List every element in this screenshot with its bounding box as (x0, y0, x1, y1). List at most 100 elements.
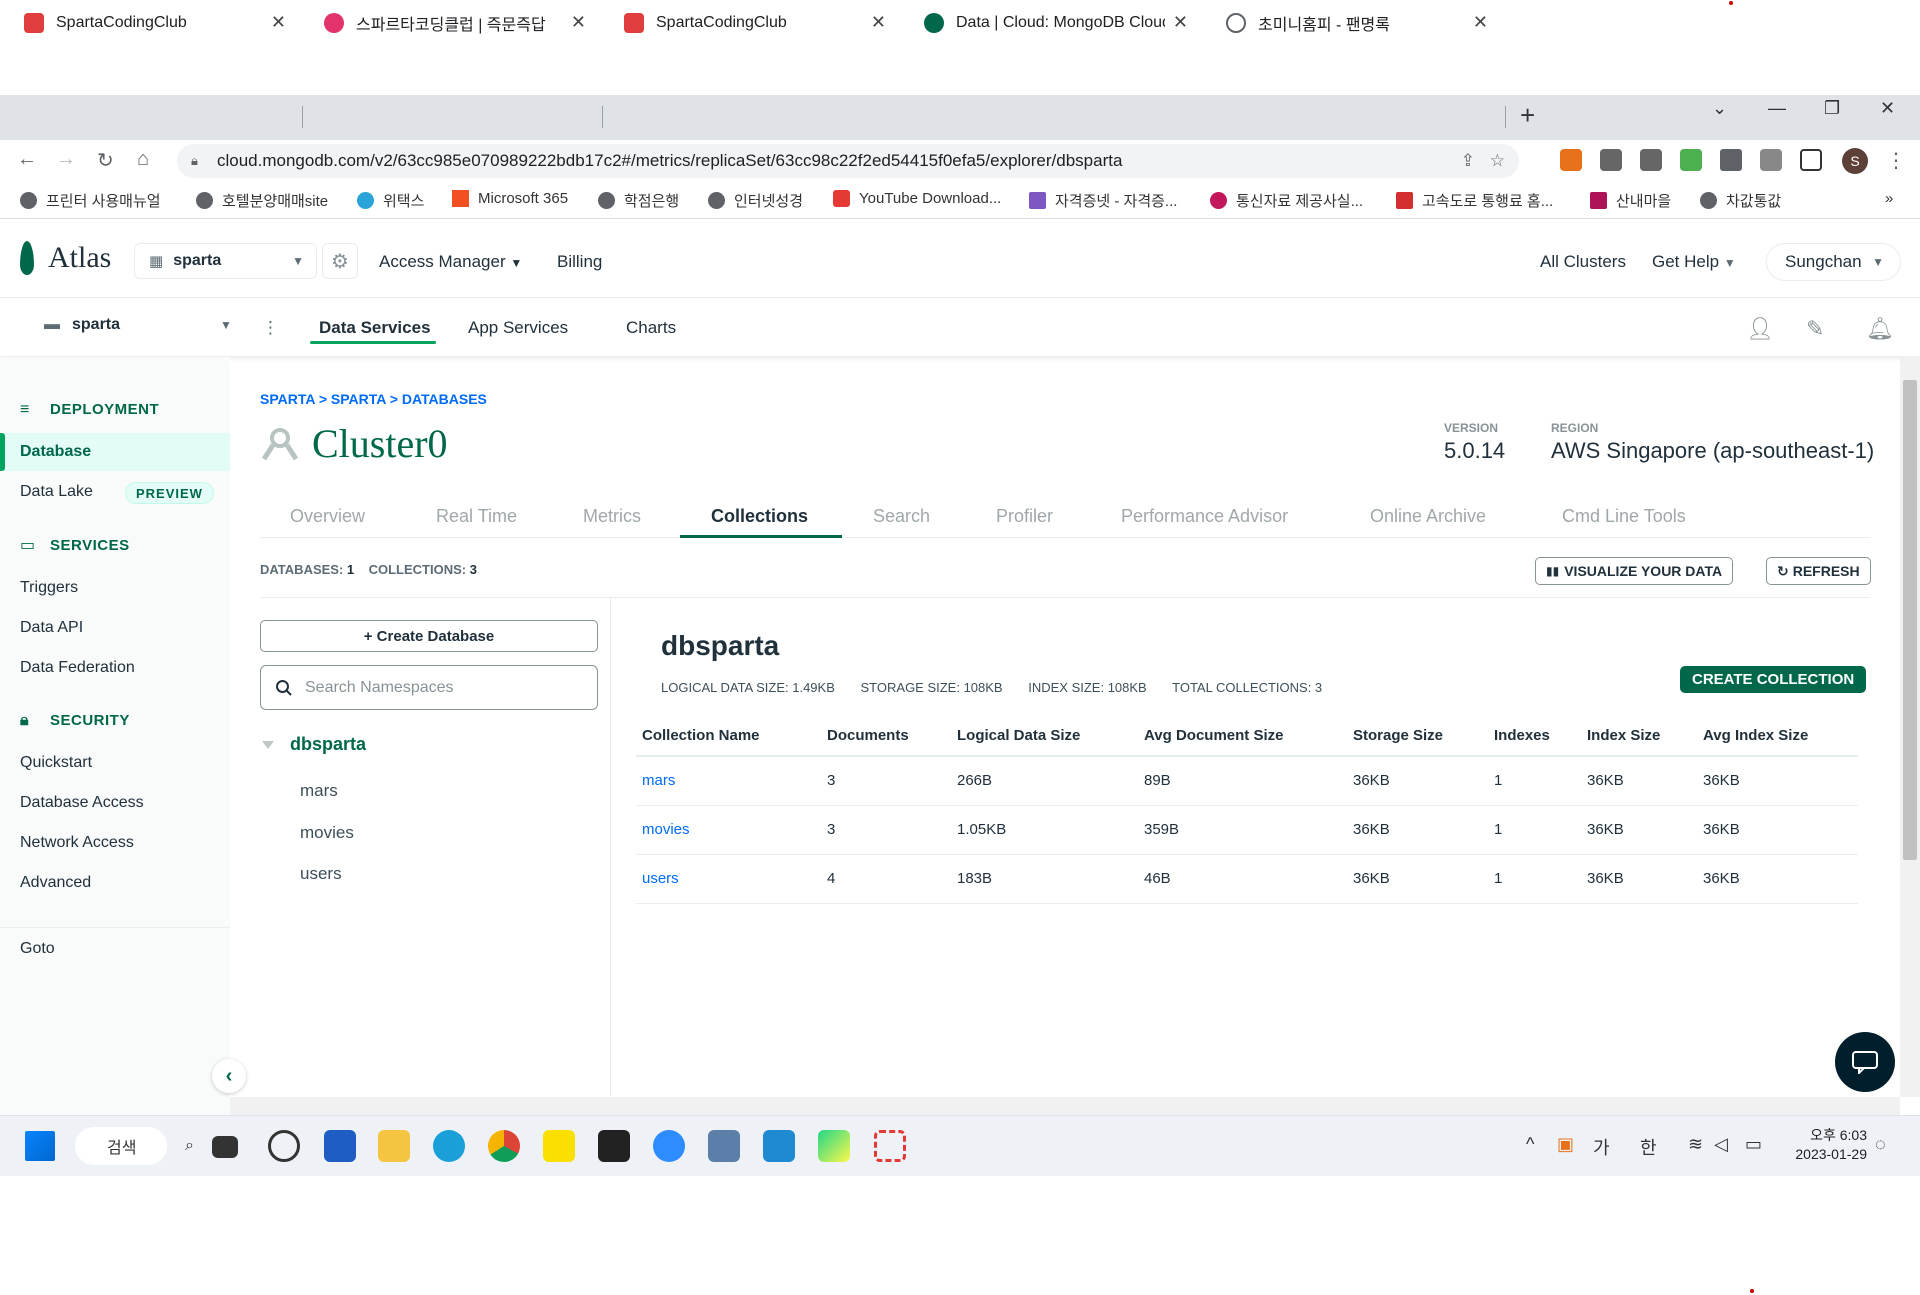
all-clusters-link[interactable]: All Clusters (1540, 252, 1626, 272)
windows-start-icon[interactable] (25, 1131, 55, 1161)
tab-search[interactable]: Search (873, 506, 930, 527)
sidebar-item-goto[interactable]: Goto (20, 940, 55, 958)
tab-collections[interactable]: Collections (711, 506, 808, 527)
close-tab-icon[interactable]: ✕ (1473, 12, 1488, 33)
column-header[interactable]: Indexes (1488, 716, 1581, 757)
nav-charts[interactable]: Charts (626, 318, 676, 338)
column-header[interactable]: Avg Index Size (1697, 716, 1858, 757)
tab-online-archive[interactable]: Online Archive (1370, 506, 1486, 527)
activity-feed-icon[interactable]: ✎ (1806, 316, 1824, 342)
sidebar-item-database-access[interactable]: Database Access (20, 794, 144, 812)
store-icon[interactable] (324, 1130, 356, 1162)
kakaotalk-icon[interactable] (543, 1130, 575, 1162)
create-collection-button[interactable]: CREATE COLLECTION (1680, 666, 1867, 693)
url-bar[interactable]: 🔒︎ cloud.mongodb.com/v2/63cc985e07098922… (177, 144, 1519, 178)
column-header[interactable]: Logical Data Size (951, 716, 1138, 757)
bookmark-item[interactable]: 차값통값 (1700, 190, 1781, 211)
reading-list-icon[interactable] (1760, 149, 1782, 171)
tab-search-icon[interactable]: ⌄ (1712, 98, 1727, 119)
atlas-logo[interactable]: Atlas (20, 241, 111, 275)
pycharm-icon[interactable] (818, 1130, 850, 1162)
tab-cmd-line-tools[interactable]: Cmd Line Tools (1562, 506, 1686, 527)
sidebar-item-advanced[interactable]: Advanced (20, 874, 91, 892)
edge-icon[interactable] (433, 1130, 465, 1162)
forward-icon[interactable]: → (56, 148, 76, 171)
volume-icon[interactable]: ◁ (1714, 1134, 1728, 1155)
vscode-icon[interactable] (763, 1130, 795, 1162)
tab-real-time[interactable]: Real Time (436, 506, 517, 527)
vertical-scrollbar-thumb[interactable] (1903, 380, 1917, 860)
chevron-up-icon[interactable]: ^ (1526, 1134, 1534, 1155)
column-header[interactable]: Collection Name (636, 716, 821, 757)
sidebar-item-data-lake[interactable]: Data Lake (20, 483, 93, 501)
bookmark-item[interactable]: YouTube Download... (833, 190, 1001, 207)
battery-icon[interactable]: ▭ (1745, 1134, 1762, 1155)
extension-icon[interactable] (1600, 149, 1622, 171)
tab-metrics[interactable]: Metrics (583, 506, 641, 527)
ime-language[interactable]: 한 (1640, 1134, 1657, 1160)
sidebar-item-database[interactable]: Database (20, 443, 91, 461)
bell-icon[interactable]: 🔔︎ (1866, 316, 1894, 342)
tree-collection-mars[interactable]: mars (300, 781, 338, 801)
gear-icon[interactable]: ⚙ (322, 243, 358, 279)
horizontal-scrollbar[interactable] (230, 1097, 1900, 1115)
sidebar-item-quickstart[interactable]: Quickstart (20, 754, 92, 772)
invite-user-icon[interactable]: 👤︎ (1746, 316, 1774, 342)
taskbar-search[interactable]: ⌕ 검색 (75, 1127, 194, 1165)
task-view-icon[interactable] (212, 1136, 238, 1158)
create-database-button[interactable]: + Create Database (260, 620, 598, 652)
ime-mode[interactable]: 가 (1593, 1134, 1610, 1160)
puzzle-icon[interactable] (1720, 149, 1742, 171)
tree-collection-movies[interactable]: movies (300, 823, 354, 843)
browser-tab-3[interactable]: SpartaCodingClub ✕ (600, 0, 900, 45)
project-menu-kebab-icon[interactable]: ⋮ (262, 318, 279, 338)
settings-icon[interactable] (268, 1130, 300, 1162)
browser-tab-4-active[interactable]: Data | Cloud: MongoDB Cloud ✕ (900, 0, 1202, 45)
sidebar-item-network-access[interactable]: Network Access (20, 834, 134, 852)
bookmark-item[interactable]: 자격증넷 - 자격증... (1029, 190, 1177, 211)
system-clock[interactable]: 오후 6:03 2023-01-29 (1785, 1126, 1867, 1164)
visualize-data-button[interactable]: ▮▮ VISUALIZE YOUR DATA (1535, 557, 1734, 585)
collection-link-users[interactable]: users (636, 854, 821, 904)
chat-support-button[interactable] (1835, 1032, 1895, 1092)
bookmark-item[interactable]: 인터넷성경 (708, 190, 803, 211)
sidebar-item-triggers[interactable]: Triggers (20, 579, 78, 597)
close-tab-icon[interactable]: ✕ (1173, 12, 1188, 33)
bookmark-item[interactable]: Microsoft 365 (452, 190, 568, 207)
bookmark-star-icon[interactable]: ☆ (1490, 151, 1505, 171)
chrome-icon[interactable] (488, 1130, 520, 1162)
bookmark-item[interactable]: 프린터 사용매뉴얼 (20, 190, 161, 211)
browser-tab-5[interactable]: 초미니홈피 - 팬명록 ✕ (1202, 0, 1502, 45)
wifi-icon[interactable]: ≋ (1688, 1134, 1703, 1155)
close-tab-icon[interactable]: ✕ (571, 12, 586, 33)
tray-app-icon[interactable]: ▣ (1557, 1134, 1574, 1155)
nav-app-services[interactable]: App Services (468, 318, 568, 338)
breadcrumb[interactable]: SPARTA > SPARTA > DATABASES (260, 391, 487, 407)
folder-icon[interactable] (378, 1130, 410, 1162)
restore-icon[interactable]: ❐ (1824, 98, 1840, 119)
browser-tab-2[interactable]: 스파르타코딩클럽 | 즉문즉답 ✕ (300, 0, 600, 45)
billing-link[interactable]: Billing (557, 252, 602, 272)
collection-link-movies[interactable]: movies (636, 805, 821, 855)
bookmarks-overflow[interactable]: » (1885, 190, 1893, 207)
home-icon[interactable]: ⌂ (137, 148, 149, 171)
tree-database-dbsparta[interactable]: dbsparta (262, 734, 366, 755)
bookmark-item[interactable]: 호텔분양매매site (196, 190, 328, 211)
access-manager-menu[interactable]: Access Manager ▼ (379, 252, 522, 272)
tab-overview[interactable]: Overview (290, 506, 365, 527)
column-header[interactable]: Documents (821, 716, 951, 757)
bookmark-item[interactable]: 학점은행 (598, 190, 679, 211)
namespace-search-box[interactable] (260, 665, 598, 710)
snipping-tool-icon[interactable] (874, 1130, 906, 1162)
extension-icon[interactable] (1680, 149, 1702, 171)
org-select[interactable]: ▦ sparta ▼ (134, 243, 317, 279)
bookmark-item[interactable]: 위택스 (357, 190, 424, 211)
notification-icon[interactable]: ◌ (1875, 1134, 1886, 1155)
zoom-icon[interactable] (653, 1130, 685, 1162)
extension-icon[interactable] (1640, 149, 1662, 171)
reload-icon[interactable]: ↻ (97, 148, 114, 173)
collection-link-mars[interactable]: mars (636, 756, 821, 806)
menu-kebab-icon[interactable]: ⋮ (1886, 148, 1906, 173)
project-select[interactable]: ▬ sparta ▼ (44, 316, 232, 334)
close-window-icon[interactable]: ✕ (1880, 98, 1895, 119)
